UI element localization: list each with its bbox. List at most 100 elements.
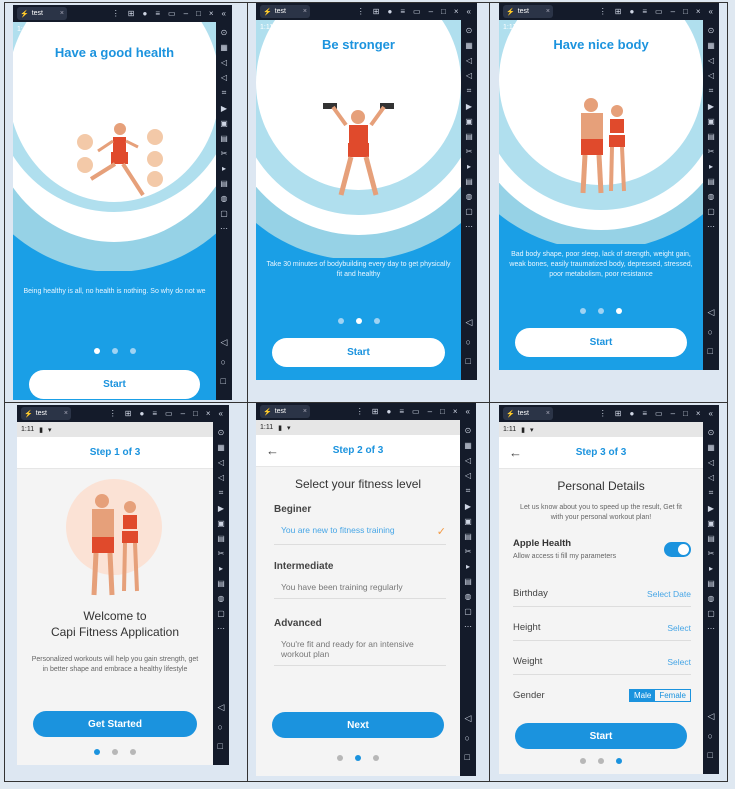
page-dot[interactable] bbox=[373, 755, 379, 761]
emulator-sidebar[interactable]: ⊙ ▦ ◁ ◁ ⌗ ▶ ▣ ▤ ✂ ▸ ▤ ◍ ▢ ⋯ ◁ ○ □ bbox=[703, 422, 719, 774]
page-dot[interactable] bbox=[598, 758, 604, 764]
page-dot[interactable] bbox=[616, 758, 622, 764]
step-header: ← Step 2 of 3 bbox=[256, 435, 460, 467]
step-title: Step 2 of 3 bbox=[332, 445, 384, 456]
step-header: Step 1 of 3 bbox=[17, 437, 213, 469]
emulator-tab[interactable]: ⚡ test × bbox=[21, 407, 71, 420]
emulator-window: ⚡ test × ⋮ ⊞ ● ≡ ▭ – □ × « ⊙ ▦ ◁ ◁ ⌗ ▶ ▣ ▤ ✂ ▸ ▤ ◍ ▢ ⋯ ◁ ○ □ 1:11… bbox=[499, 405, 719, 774]
divider bbox=[247, 3, 248, 781]
level-desc: You are new to fitness training bbox=[281, 525, 395, 535]
back-arrow-icon[interactable]: ← bbox=[266, 443, 279, 458]
page-dot[interactable] bbox=[111, 348, 118, 354]
birthday-value[interactable]: Select Date bbox=[647, 589, 691, 599]
emulator-tab[interactable]: ⚡ test × bbox=[260, 5, 310, 18]
window-controls[interactable]: ⋮ ⊞ ● ≡ ▭ – □ × « bbox=[109, 409, 223, 418]
page-dot[interactable] bbox=[337, 755, 343, 761]
emulator-tab[interactable]: ⚡ test × bbox=[503, 407, 553, 420]
emulator-tab[interactable]: ⚡ test × bbox=[260, 405, 310, 418]
emulator-titlebar: ⚡ test × ⋮ ⊞ ● ≡ ▭ – □ × « bbox=[499, 3, 719, 20]
onboarding-title: Be stronger bbox=[322, 37, 395, 52]
page-dot[interactable] bbox=[580, 308, 586, 314]
window-controls[interactable]: ⋮ ⊞ ● ≡ ▭ – □ × « bbox=[599, 409, 713, 418]
app-screen: 1:11 ▮ ▾ Have nice body Bad body shape, po… bbox=[499, 20, 703, 370]
app-screen: 1:11 ▮ ▾ Have a good health Being healthy … bbox=[13, 22, 216, 400]
page-dot[interactable] bbox=[130, 749, 136, 755]
level-name: Beginer bbox=[274, 504, 312, 515]
status-bar: 1:11 ▮ ▾ bbox=[503, 24, 534, 32]
birthday-row[interactable]: Birthday Select Date bbox=[513, 588, 691, 607]
get-started-button[interactable]: Get Started bbox=[33, 711, 197, 737]
onboarding-title: Have nice body bbox=[553, 37, 649, 52]
back-arrow-icon[interactable]: ← bbox=[509, 445, 522, 460]
emulator-sidebar[interactable]: ⊙ ▦ ◁ ◁ ⌗ ▶ ▣ ▤ ✂ ▸ ▤ ◍ ▢ ⋯ ◁ ○ □ bbox=[461, 20, 477, 380]
window-controls[interactable]: ⋮ ⊞ ● ≡ ▭ – □ × « bbox=[356, 407, 470, 416]
start-button[interactable]: Start bbox=[515, 328, 687, 357]
apple-health-toggle[interactable] bbox=[664, 541, 691, 557]
emulator-window: ⚡ test × ⋮ ⊞ ● ≡ ▭ – □ × « ⊙ ▦ ◁ ◁ ⌗ ▶ ▣ ▤ ✂ ▸ ▤ ◍ ▢ ⋯ ◁ ○ □ 1:11… bbox=[499, 3, 719, 370]
emulator-sidebar[interactable]: ⊙ ▦ ◁ ◁ ⌗ ▶ ▣ ▤ ✂ ▸ ▤ ◍ ▢ ⋯ ◁ ○ □ bbox=[460, 420, 476, 776]
details-text: Let us know about you to speed up the re… bbox=[520, 504, 682, 521]
page-dot[interactable] bbox=[337, 318, 344, 324]
page-dot[interactable] bbox=[129, 348, 136, 354]
check-icon: ✓ bbox=[436, 526, 446, 538]
emulator-window: ⚡ test × ⋮ ⊞ ● ≡ ▭ – □ × « ⊙ ▦ ◁ ◁ ⌗ ▶ ▣ ▤ ✂ ▸ ▤ ◍ ▢ ⋯ ◁ ○ □ 1:11… bbox=[13, 5, 232, 400]
start-button[interactable]: Start bbox=[29, 370, 200, 399]
welcome-line1: Welcome to bbox=[83, 609, 147, 623]
welcome-text: Personalized workouts will help you gain… bbox=[31, 656, 199, 673]
next-button[interactable]: Next bbox=[272, 712, 444, 738]
page-dot[interactable] bbox=[112, 749, 118, 755]
page-indicator bbox=[256, 318, 461, 324]
page-dot[interactable] bbox=[598, 308, 604, 314]
emulator-window: ⚡ test × ⋮ ⊞ ● ≡ ▭ – □ × « ⊙ ▦ ◁ ◁ ⌗ ▶ ▣ ▤ ✂ ▸ ▤ ◍ ▢ ⋯ ◁ ○ □ 1:11… bbox=[256, 403, 476, 776]
app-screen: 1:11 ▮ ▾ ← Step 2 of 3 Select your fitness… bbox=[256, 420, 460, 776]
page-indicator bbox=[499, 758, 703, 764]
window-controls[interactable]: ⋮ ⊞ ● ≡ ▭ – □ × « bbox=[357, 7, 471, 16]
emulator-titlebar: ⚡ test × ⋮ ⊞ ● ≡ ▭ – □ × « bbox=[499, 405, 719, 422]
page-dot[interactable] bbox=[373, 318, 380, 324]
emulator-sidebar[interactable]: ⊙ ▦ ◁ ◁ ⌗ ▶ ▣ ▤ ✂ ▸ ▤ ◍ ▢ ⋯ ◁ ○ □ bbox=[703, 20, 719, 370]
gender-female[interactable]: Female bbox=[655, 690, 690, 701]
gender-selector[interactable]: Male Female bbox=[628, 689, 691, 702]
page-dot[interactable] bbox=[93, 348, 100, 354]
status-bar: 1:11 ▮ ▾ bbox=[17, 26, 48, 34]
page-indicator bbox=[256, 755, 460, 761]
gender-row: Gender Male Female bbox=[513, 689, 691, 709]
onboarding-text: Being healthy is all, no health is nothi… bbox=[23, 288, 206, 295]
step-header: ← Step 3 of 3 bbox=[499, 437, 703, 469]
level-advanced[interactable]: Advanced You're fit and ready for an int… bbox=[274, 618, 446, 666]
weight-value[interactable]: Select bbox=[667, 657, 691, 667]
couple-illustration bbox=[66, 479, 162, 596]
start-button[interactable]: Start bbox=[272, 338, 445, 367]
emulator-tab[interactable]: ⚡ test × bbox=[503, 5, 553, 18]
details-title: Personal Details bbox=[557, 479, 645, 493]
page-indicator bbox=[17, 749, 213, 755]
emulator-sidebar[interactable]: ⊙ ▦ ◁ ◁ ⌗ ▶ ▣ ▤ ✂ ▸ ▤ ◍ ▢ ⋯ ◁ ○ □ bbox=[213, 422, 229, 765]
page-dot[interactable] bbox=[580, 758, 586, 764]
emulator-sidebar[interactable]: ⊙ ▦ ◁ ◁ ⌗ ▶ ▣ ▤ ✂ ▸ ▤ ◍ ▢ ⋯ ◁ ○ □ bbox=[216, 22, 232, 400]
status-bar: 1:11 ▮ ▾ bbox=[499, 422, 703, 437]
app-screen: 1:11 ▮ ▾ Step 1 of 3 Welcome to Capi Fitne… bbox=[17, 422, 213, 765]
height-row[interactable]: Height Select bbox=[513, 622, 691, 641]
page-dot[interactable] bbox=[355, 755, 361, 761]
page-dot[interactable] bbox=[616, 308, 622, 314]
onboarding-title: Have a good health bbox=[54, 45, 175, 60]
dumbbell-illustration bbox=[323, 103, 394, 196]
apple-health-row: Apple Health Allow access ti fill my par… bbox=[513, 538, 691, 560]
page-indicator bbox=[13, 348, 216, 354]
level-name: Advanced bbox=[274, 618, 322, 629]
fitness-title: Select your fitness level bbox=[294, 477, 422, 491]
emulator-titlebar: ⚡ test × ⋮ ⊞ ● ≡ ▭ – □ × « bbox=[256, 403, 476, 420]
divider bbox=[489, 3, 490, 781]
emulator-tab[interactable]: ⚡ test × bbox=[17, 7, 67, 20]
window-controls[interactable]: ⋮ ⊞ ● ≡ ▭ – □ × « bbox=[112, 9, 226, 18]
height-value[interactable]: Select bbox=[667, 623, 691, 633]
page-dot[interactable] bbox=[94, 749, 100, 755]
gender-male[interactable]: Male bbox=[629, 690, 656, 701]
page-dot[interactable] bbox=[355, 318, 362, 324]
level-intermediate[interactable]: Intermediate You have been training regu… bbox=[274, 561, 446, 599]
window-controls[interactable]: ⋮ ⊞ ● ≡ ▭ – □ × « bbox=[599, 7, 713, 16]
start-button[interactable]: Start bbox=[515, 723, 687, 749]
step-title: Step 1 of 3 bbox=[89, 447, 141, 458]
weight-row[interactable]: Weight Select bbox=[513, 656, 691, 675]
level-beginner[interactable]: Beginer You are new to fitness training ✓ bbox=[274, 504, 446, 545]
